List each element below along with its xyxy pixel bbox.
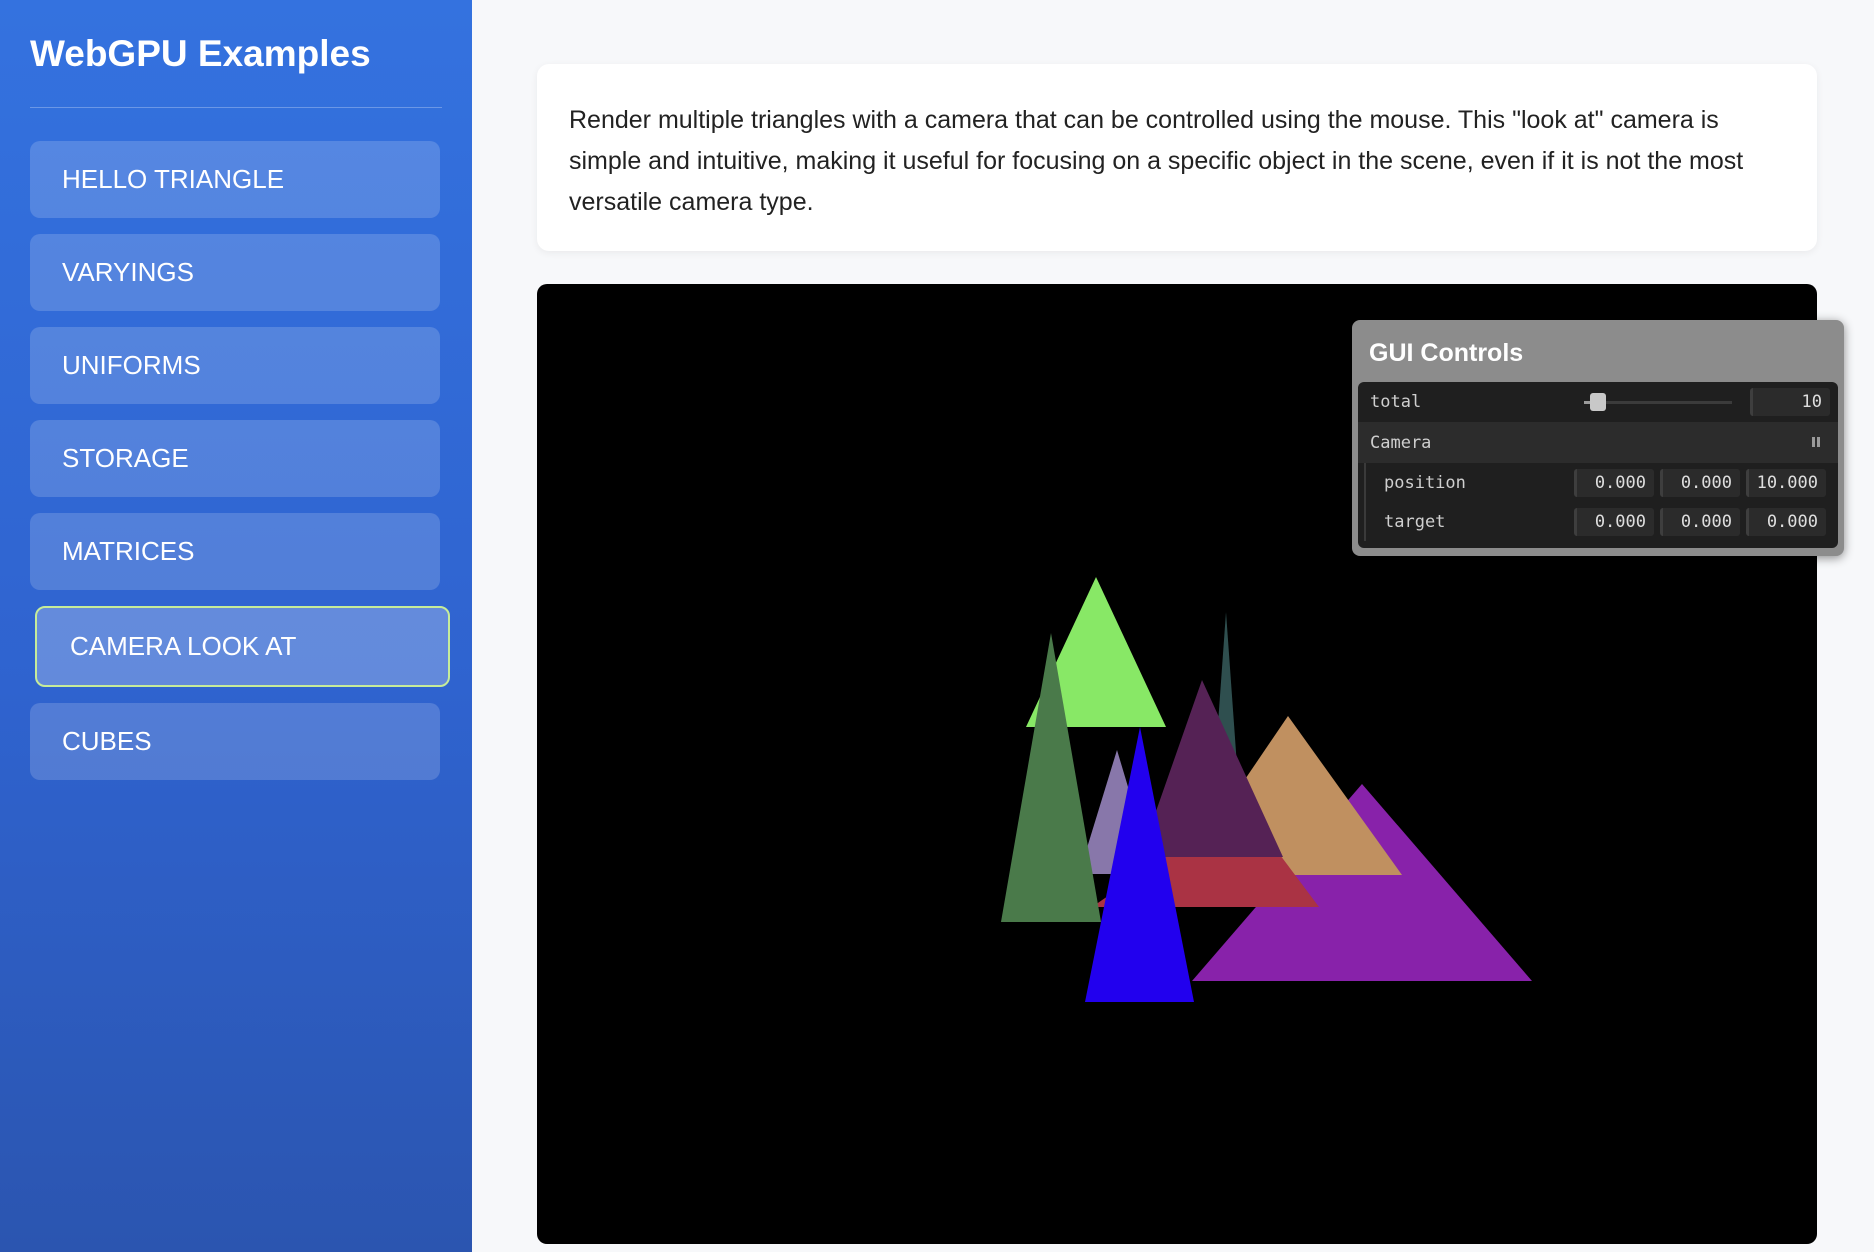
nav-item-storage[interactable]: STORAGE <box>30 420 440 497</box>
target-label: target <box>1384 511 1446 532</box>
nav-item-camera-look-at[interactable]: CAMERA LOOK AT <box>35 606 450 687</box>
target-y-input[interactable]: 0.000 <box>1660 507 1740 536</box>
target-x-input[interactable]: 0.000 <box>1574 507 1654 536</box>
app-title: WebGPU Examples <box>30 0 442 108</box>
total-slider[interactable] <box>1584 401 1732 404</box>
main-content: Render multiple triangles with a camera … <box>472 0 1874 1252</box>
nav-item-varyings[interactable]: VARYINGS <box>30 234 440 311</box>
total-label: total <box>1370 392 1422 412</box>
folder-toggle-icon <box>1812 437 1820 447</box>
position-label: position <box>1384 472 1466 493</box>
position-control-row: position 0.000 0.000 10.000 <box>1364 463 1838 502</box>
nav-item-matrices[interactable]: MATRICES <box>30 513 440 590</box>
position-y-input[interactable]: 0.000 <box>1660 468 1740 497</box>
position-z-input[interactable]: 10.000 <box>1746 468 1826 497</box>
camera-folder-label: Camera <box>1370 432 1432 453</box>
nav-item-cubes[interactable]: CUBES <box>30 703 440 780</box>
description-card: Render multiple triangles with a camera … <box>537 64 1817 251</box>
total-control-row: total 10 <box>1358 382 1838 422</box>
description-text: Render multiple triangles with a camera … <box>569 106 1744 216</box>
nav-item-uniforms[interactable]: UNIFORMS <box>30 327 440 404</box>
gui-panel-body: total 10 Camera position 0.000 0.000 10.… <box>1358 382 1838 548</box>
sidebar: WebGPU Examples HELLO TRIANGLE VARYINGS … <box>0 0 472 1252</box>
target-z-input[interactable]: 0.000 <box>1746 507 1826 536</box>
target-control-row: target 0.000 0.000 0.000 <box>1364 502 1838 541</box>
total-input[interactable]: 10 <box>1750 388 1830 416</box>
position-x-input[interactable]: 0.000 <box>1574 468 1654 497</box>
camera-folder-header[interactable]: Camera <box>1358 422 1838 463</box>
nav-list: HELLO TRIANGLE VARYINGS UNIFORMS STORAGE… <box>30 141 450 780</box>
total-slider-handle[interactable] <box>1590 393 1606 411</box>
nav-item-hello-triangle[interactable]: HELLO TRIANGLE <box>30 141 440 218</box>
gui-panel-title[interactable]: GUI Controls <box>1358 320 1838 382</box>
gui-controls-panel: GUI Controls total 10 Camera position 0.… <box>1352 320 1844 556</box>
